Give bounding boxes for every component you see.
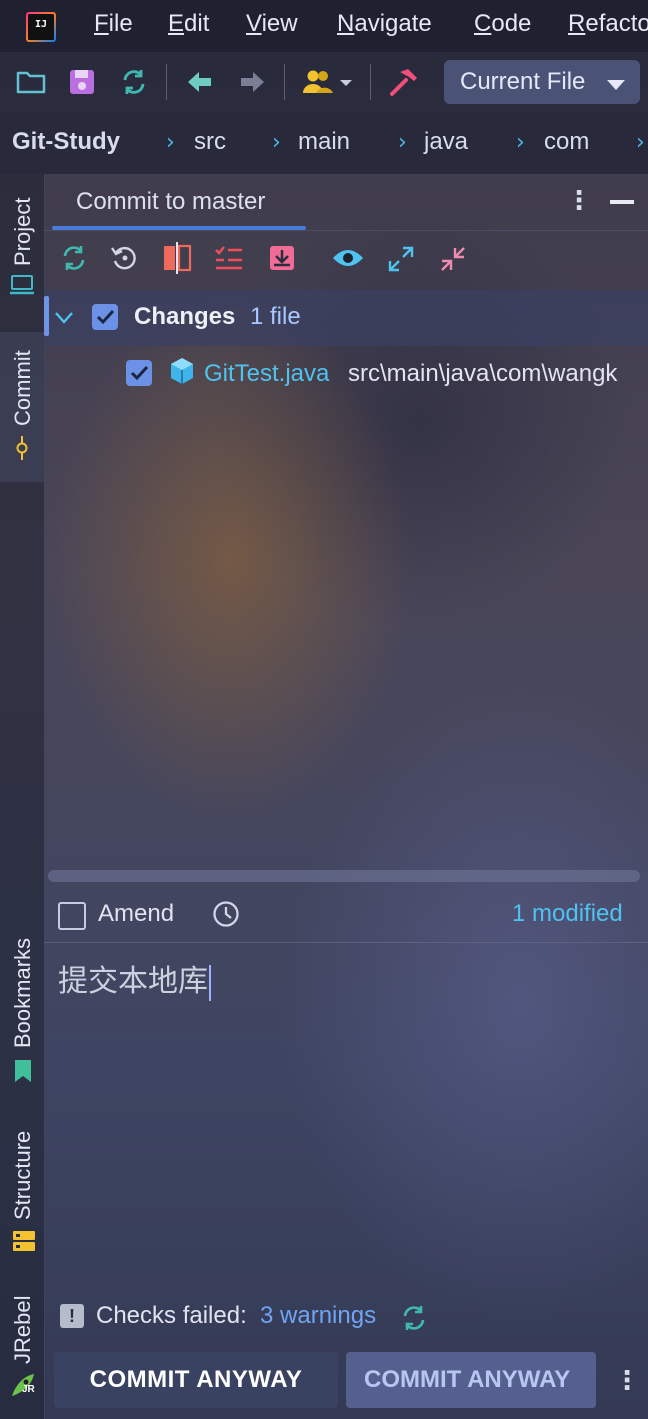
java-class-icon	[168, 356, 196, 390]
file-name[interactable]: GitTest.java	[204, 360, 329, 388]
more-options-icon[interactable]: ⋮	[566, 186, 592, 216]
warning-icon: !	[60, 1304, 84, 1328]
amend-label[interactable]: Amend	[98, 900, 174, 928]
chevron-right-icon: ›	[398, 130, 407, 155]
tab-jrebel[interactable]: JRebel	[10, 1296, 36, 1364]
sync-icon[interactable]	[120, 68, 148, 100]
shelve-icon[interactable]	[268, 244, 296, 276]
commit-message-input[interactable]: 提交本地库	[58, 956, 211, 1001]
forward-arrow-icon[interactable]	[238, 70, 266, 98]
run-configuration-label: Current File	[460, 68, 586, 95]
chevron-right-icon: ›	[516, 130, 525, 155]
eye-icon[interactable]	[332, 246, 364, 274]
chevron-down-icon[interactable]	[606, 76, 626, 95]
file-path: src\main\java\com\wangk	[348, 360, 618, 387]
commit-anyway-and-push-button[interactable]: COMMIT ANYWAY	[346, 1352, 596, 1408]
selection-indicator	[44, 296, 49, 336]
vcs-users-icon[interactable]	[302, 68, 356, 100]
changelist-icon[interactable]	[214, 244, 244, 276]
open-folder-icon[interactable]	[16, 68, 46, 98]
chevron-right-icon: ›	[636, 130, 645, 155]
toolbar-separator	[284, 64, 285, 100]
changes-checkbox[interactable]	[92, 304, 118, 330]
amend-checkbox[interactable]	[58, 902, 86, 930]
jrebel-badge: JR	[22, 1384, 35, 1395]
tab-bookmarks[interactable]: Bookmarks	[10, 938, 36, 1048]
text-caret	[209, 965, 211, 1001]
horizontal-scrollbar[interactable]	[48, 870, 640, 882]
breadcrumb-com[interactable]: com	[544, 128, 589, 156]
changes-count: 1 file	[250, 303, 301, 330]
changes-label: Changes	[134, 303, 236, 330]
menu-file[interactable]: File	[94, 10, 133, 38]
checks-failed-label: Checks failed:	[96, 1302, 247, 1329]
menu-edit[interactable]: Edit	[168, 10, 209, 38]
chevron-right-icon: ›	[166, 130, 175, 155]
clock-history-icon[interactable]	[212, 900, 240, 932]
panel-header-divider	[44, 230, 648, 231]
show-diff-icon[interactable]	[162, 242, 192, 278]
menu-navigate[interactable]: Navigate	[337, 10, 432, 38]
menu-refactor[interactable]: Refacto	[568, 10, 648, 38]
warnings-link[interactable]: 3 warnings	[260, 1302, 376, 1330]
menu-code[interactable]: Code	[474, 10, 531, 38]
structure-icon[interactable]	[12, 1230, 36, 1256]
commit-options-icon[interactable]: ⋮	[614, 1366, 640, 1396]
bookmark-icon[interactable]	[12, 1058, 34, 1088]
chevron-down-icon[interactable]	[54, 310, 74, 329]
minimize-icon[interactable]	[610, 200, 634, 204]
intellij-logo-icon[interactable]: IJ	[26, 12, 56, 42]
tab-structure[interactable]: Structure	[10, 1131, 36, 1220]
toolbar-separator	[370, 64, 371, 100]
refresh-icon[interactable]	[60, 244, 88, 276]
tab-commit[interactable]: Commit	[10, 350, 36, 426]
tab-project[interactable]: Project	[10, 198, 36, 266]
back-arrow-icon[interactable]	[186, 70, 214, 98]
menu-view[interactable]: View	[246, 10, 298, 38]
project-tab-icon[interactable]	[10, 274, 34, 300]
commit-panel-title[interactable]: Commit to master	[76, 188, 265, 216]
commit-anyway-button[interactable]: COMMIT ANYWAY	[54, 1352, 338, 1408]
commit-tab-icon[interactable]	[13, 436, 31, 464]
modified-count-link[interactable]: 1 modified	[512, 900, 623, 928]
collapse-all-icon[interactable]	[440, 246, 466, 276]
breadcrumb-java[interactable]: java	[424, 128, 468, 156]
breadcrumb-project[interactable]: Git-Study	[12, 128, 120, 156]
file-checkbox[interactable]	[126, 360, 152, 386]
build-hammer-icon[interactable]	[388, 66, 420, 102]
breadcrumb-src[interactable]: src	[194, 128, 226, 156]
rerun-checks-icon[interactable]	[400, 1304, 428, 1336]
chevron-right-icon: ›	[272, 130, 281, 155]
breadcrumb-main[interactable]: main	[298, 128, 350, 156]
save-icon[interactable]	[68, 68, 96, 100]
rollback-icon[interactable]	[110, 244, 138, 276]
message-divider	[44, 942, 648, 943]
toolbar-separator	[166, 64, 167, 100]
expand-all-icon[interactable]	[388, 246, 414, 276]
